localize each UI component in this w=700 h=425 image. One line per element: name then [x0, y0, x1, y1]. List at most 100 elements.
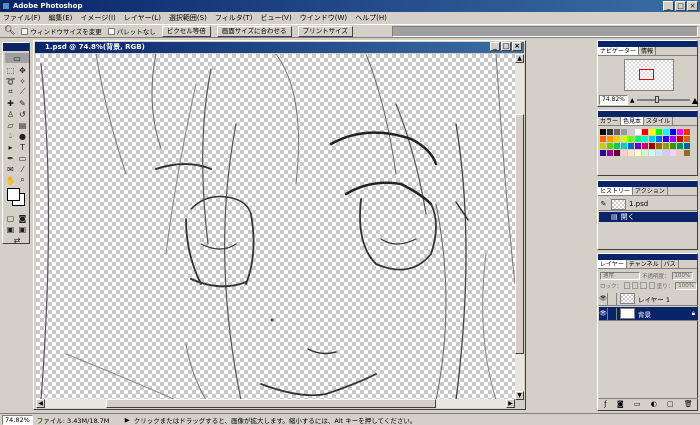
notes-tool-icon[interactable]: ✉	[5, 164, 16, 174]
color-swatch[interactable]	[656, 143, 662, 149]
link-cell[interactable]	[608, 307, 617, 320]
color-swatch[interactable]	[628, 150, 634, 156]
color-swatch[interactable]	[614, 136, 620, 142]
zoom-slider[interactable]	[636, 96, 690, 103]
doc-minimize-button[interactable]: _	[490, 42, 500, 51]
color-swatch[interactable]	[677, 143, 683, 149]
lock-pixels-icon[interactable]	[632, 282, 639, 289]
menu-view[interactable]: ビュー(V)	[260, 13, 291, 23]
navigator-view-box[interactable]	[639, 69, 654, 80]
color-swatch[interactable]	[621, 143, 627, 149]
color-swatch[interactable]	[656, 136, 662, 142]
tab-info[interactable]: 情報	[639, 47, 657, 55]
color-swatch[interactable]	[649, 150, 655, 156]
color-swatch[interactable]	[670, 143, 676, 149]
eye-icon[interactable]: 👁︎	[599, 292, 608, 305]
doc-maximize-button[interactable]: □	[501, 42, 511, 51]
tab-layers[interactable]: レイヤー	[598, 260, 627, 268]
path-selection-icon[interactable]: ▸	[5, 142, 16, 152]
tab-styles[interactable]: スタイル	[644, 117, 674, 125]
color-swatch[interactable]	[600, 129, 606, 135]
history-brush-icon[interactable]: ↺	[17, 109, 28, 119]
eraser-tool-icon[interactable]: ▱	[5, 120, 16, 130]
color-swatch[interactable]	[677, 136, 683, 142]
link-cell[interactable]	[608, 292, 617, 305]
checkbox-box[interactable]	[107, 27, 115, 35]
gradient-tool-icon[interactable]: ▤	[17, 120, 28, 130]
tab-swatches[interactable]: 色見本	[621, 117, 645, 125]
screen-mode-full-icon[interactable]: ▣	[17, 224, 28, 234]
actual-pixels-button[interactable]: ピクセル等倍	[161, 25, 211, 37]
document-titlebar[interactable]: 1.psd @ 74.8%(背景, RGB) _ □ ×	[35, 42, 524, 53]
color-swatch[interactable]	[663, 129, 669, 135]
checkbox-box[interactable]	[21, 27, 29, 35]
color-swatch[interactable]	[642, 143, 648, 149]
menu-select[interactable]: 選択範囲(S)	[169, 13, 207, 23]
zoom-out-icon[interactable]: ▲	[630, 97, 635, 104]
toolbox-titlebar[interactable]	[3, 43, 29, 51]
color-swatch[interactable]	[628, 143, 634, 149]
image-canvas[interactable]	[36, 54, 515, 400]
blend-mode-select[interactable]: 通常	[600, 271, 640, 280]
print-size-button[interactable]: プリントサイズ	[297, 25, 353, 37]
tab-actions[interactable]: アクション	[633, 187, 668, 195]
hand-tool-icon[interactable]: ✋	[5, 175, 16, 185]
slice-tool-icon[interactable]: ⟋	[17, 87, 28, 97]
zoom-slider-handle[interactable]	[654, 96, 659, 103]
color-swatch[interactable]	[663, 143, 669, 149]
magic-wand-tool-icon[interactable]: ✧	[17, 76, 28, 86]
scroll-down-arrow-icon[interactable]: ▼	[515, 391, 524, 400]
color-swatch[interactable]	[635, 150, 641, 156]
color-swatch[interactable]	[614, 150, 620, 156]
history-snapshot-row[interactable]: ✎ 1.psd	[599, 198, 698, 211]
color-swatch[interactable]	[621, 150, 627, 156]
color-swatch[interactable]	[642, 136, 648, 142]
menu-layer[interactable]: レイヤー(L)	[124, 13, 161, 23]
brush-tool-icon[interactable]: ✎	[17, 98, 28, 108]
menu-help[interactable]: ヘルプ(H)	[355, 13, 387, 23]
menu-file[interactable]: ファイル(F)	[3, 13, 41, 23]
eyedropper-tool-icon[interactable]: ⁄	[17, 164, 28, 174]
scroll-up-arrow-icon[interactable]: ▲	[515, 54, 524, 63]
color-swatch[interactable]	[684, 129, 690, 135]
new-set-icon[interactable]: ▭	[634, 400, 641, 408]
screen-mode-standard-icon[interactable]: ▣	[5, 224, 16, 234]
horizontal-scroll-thumb[interactable]	[106, 399, 436, 408]
fill-input[interactable]: 100%	[675, 281, 697, 290]
menu-filter[interactable]: フィルタ(T)	[215, 13, 253, 23]
clone-stamp-icon[interactable]: ♙	[5, 109, 16, 119]
tab-history[interactable]: ヒストリー	[598, 187, 634, 195]
scroll-right-arrow-icon[interactable]: ▶	[506, 399, 515, 408]
maximize-button[interactable]: □	[675, 1, 686, 11]
background-color-swatch[interactable]	[7, 188, 20, 201]
canvas-vertical-scrollbar[interactable]: ▲ ▼	[515, 54, 524, 400]
color-swatch[interactable]	[635, 129, 641, 135]
color-swatch[interactable]	[684, 136, 690, 142]
blur-tool-icon[interactable]: 💧︎	[5, 131, 16, 141]
status-zoom[interactable]: 74.82%	[2, 414, 33, 425]
jump-to-imageready-icon[interactable]: ⇄	[5, 235, 29, 245]
color-swatch[interactable]	[649, 143, 655, 149]
type-tool-icon[interactable]: T	[17, 142, 28, 152]
color-swatch[interactable]	[656, 129, 662, 135]
add-mask-icon[interactable]: ◙	[617, 400, 624, 408]
zoom-tool-icon[interactable]: ⌕	[17, 175, 28, 185]
navigator-zoom-value[interactable]: 74.82%	[599, 95, 628, 105]
color-swatch[interactable]	[642, 150, 648, 156]
color-swatch[interactable]	[614, 143, 620, 149]
healing-brush-icon[interactable]: ✚	[5, 98, 16, 108]
vertical-scroll-thumb[interactable]	[515, 114, 524, 354]
fit-on-screen-button[interactable]: 画面サイズに合わせる	[216, 25, 292, 37]
color-swatch[interactable]	[600, 136, 606, 142]
menu-window[interactable]: ウインドウ(W)	[300, 13, 347, 23]
trash-icon[interactable]: 🗑︎	[684, 400, 693, 408]
color-swatch[interactable]	[663, 150, 669, 156]
color-swatch[interactable]	[600, 143, 606, 149]
color-swatch[interactable]	[635, 136, 641, 142]
color-swatch[interactable]	[670, 150, 676, 156]
menu-image[interactable]: イメージ(I)	[80, 13, 115, 23]
status-arrow-icon[interactable]: ▶	[125, 416, 130, 424]
eye-icon[interactable]: 👁︎	[599, 307, 608, 320]
color-swatch[interactable]	[614, 129, 620, 135]
color-swatch[interactable]	[663, 136, 669, 142]
